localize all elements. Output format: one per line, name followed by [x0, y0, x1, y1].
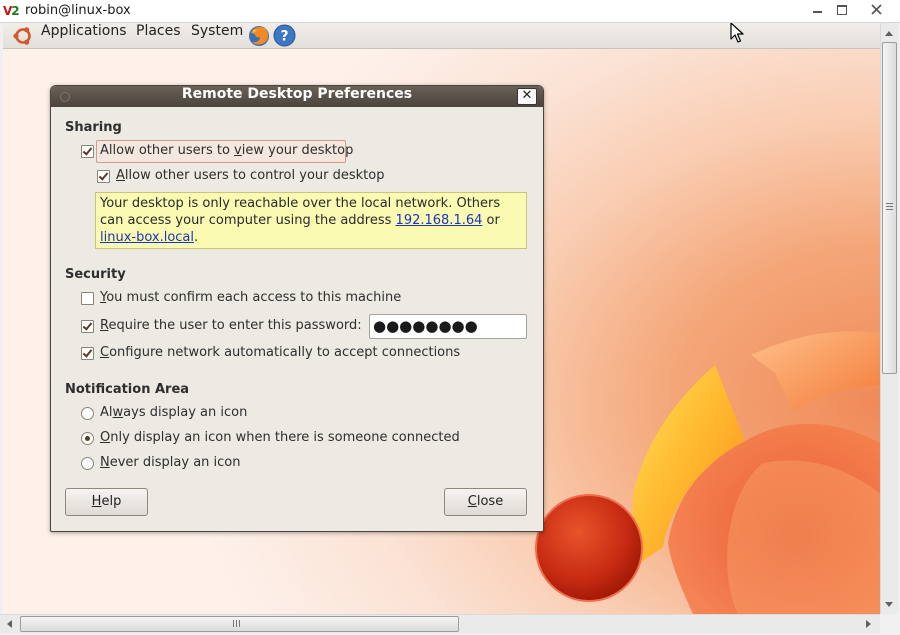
- dialog-titlebar[interactable]: Remote Desktop Preferences ✕: [51, 86, 543, 107]
- ip-address-link[interactable]: 192.168.1.64: [396, 213, 483, 228]
- close-icon: [870, 4, 882, 15]
- close-icon: ✕: [521, 88, 533, 103]
- allow-control-checkbox[interactable]: [97, 170, 110, 183]
- vertical-scrollbar[interactable]: [880, 23, 898, 614]
- close-window-button[interactable]: [862, 2, 890, 17]
- scroll-right-arrow-icon[interactable]: [866, 620, 871, 628]
- hostname-link[interactable]: linux-box.local: [100, 230, 194, 245]
- password-value: ●●●●●●●●: [373, 317, 478, 335]
- always-display-label[interactable]: Always display an icon: [100, 404, 247, 422]
- ubuntu-logo-icon[interactable]: [12, 25, 34, 47]
- help-button[interactable]: Help: [65, 488, 148, 516]
- maximize-icon: [837, 4, 847, 15]
- security-heading: Security: [65, 267, 126, 282]
- minimize-icon: [812, 11, 822, 13]
- app-icon-letter-2: 2: [11, 4, 19, 18]
- remote-desktop[interactable]: Applications Places System ? Remote Desk…: [3, 23, 880, 614]
- grip-icon: [233, 620, 240, 627]
- scroll-up-arrow-icon[interactable]: [885, 31, 893, 36]
- firefox-icon[interactable]: [247, 24, 271, 48]
- password-input[interactable]: ●●●●●●●●: [369, 314, 527, 339]
- panel-menu-system[interactable]: System: [191, 23, 243, 48]
- panel-menu-applications[interactable]: Applications: [41, 23, 127, 48]
- allow-control-label[interactable]: Allow other users to control your deskto…: [116, 167, 384, 185]
- scroll-down-arrow-icon[interactable]: [885, 602, 893, 607]
- help-icon[interactable]: ?: [273, 24, 296, 47]
- window-titlebar: V2 robin@linux-box: [0, 0, 900, 23]
- scroll-left-arrow-icon[interactable]: [7, 620, 12, 628]
- allow-view-label[interactable]: Allow other users to view your desktop: [100, 142, 353, 160]
- grip-icon: [886, 203, 893, 210]
- configure-network-label[interactable]: Configure network automatically to accep…: [100, 344, 460, 362]
- horizontal-scrollbar[interactable]: [0, 614, 880, 633]
- svg-text:?: ?: [280, 29, 288, 45]
- require-password-label[interactable]: Require the user to enter this password:: [100, 317, 362, 335]
- maximize-button[interactable]: [830, 2, 854, 17]
- only-connected-radio[interactable]: [81, 432, 94, 445]
- network-info-box: Your desktop is only reachable over the …: [95, 192, 527, 249]
- horizontal-scroll-thumb[interactable]: [20, 616, 459, 632]
- confirm-access-checkbox[interactable]: [81, 292, 94, 305]
- close-button[interactable]: Close: [444, 488, 527, 516]
- confirm-access-label[interactable]: You must confirm each access to this mac…: [100, 289, 401, 307]
- dialog-close-button[interactable]: ✕: [517, 88, 537, 105]
- always-display-radio[interactable]: [81, 407, 94, 420]
- vnc-app-icon[interactable]: V2: [3, 3, 20, 19]
- vertical-scroll-thumb[interactable]: [882, 42, 897, 374]
- gnome-top-panel: Applications Places System ?: [3, 23, 880, 49]
- sharing-heading: Sharing: [65, 120, 122, 135]
- window-title: robin@linux-box: [25, 3, 131, 18]
- require-password-checkbox[interactable]: [81, 320, 94, 333]
- scrollbar-corner: [880, 614, 900, 635]
- never-display-label[interactable]: Never display an icon: [100, 454, 240, 472]
- allow-view-checkbox[interactable]: [81, 145, 94, 158]
- dialog-title: Remote Desktop Preferences: [181, 86, 413, 102]
- remote-desktop-preferences-dialog: Remote Desktop Preferences ✕ Sharing All…: [50, 85, 544, 532]
- notification-area-heading: Notification Area: [65, 382, 190, 397]
- only-connected-label[interactable]: Only display an icon when there is someo…: [100, 429, 460, 447]
- panel-menu-places[interactable]: Places: [136, 23, 181, 48]
- network-info-text: Your desktop is only reachable over the …: [100, 196, 501, 245]
- never-display-radio[interactable]: [81, 457, 94, 470]
- minimize-button[interactable]: [805, 2, 829, 17]
- mouse-cursor-icon: [730, 23, 744, 43]
- configure-network-checkbox[interactable]: [81, 347, 94, 360]
